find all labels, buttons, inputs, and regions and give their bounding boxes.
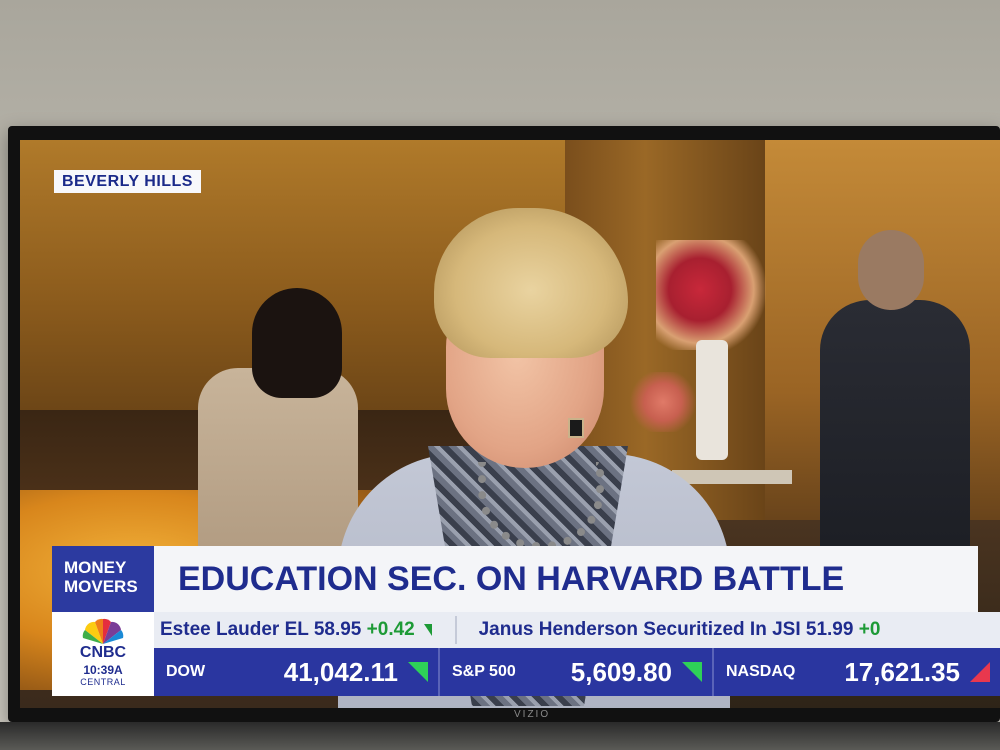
stock-ticker: Estee Lauder EL 58.95 +0.42 Janus Hender…	[154, 612, 1000, 648]
ticker-item: Janus Henderson Securitized In JSI 51.99…	[473, 612, 881, 648]
up-arrow-icon	[682, 662, 702, 682]
index-value: 5,609.80	[570, 656, 672, 687]
ticker-divider	[455, 615, 458, 644]
index-name: S&P 500	[452, 663, 516, 680]
peacock-icon	[82, 618, 124, 644]
up-arrow-icon	[408, 662, 428, 682]
flower-arrangement-small	[628, 372, 698, 432]
show-name-line1: MONEY	[64, 558, 127, 577]
side-table	[672, 470, 792, 484]
index-sp500: S&P 500 5,609.80	[440, 648, 714, 696]
index-value: 41,042.11	[283, 656, 398, 687]
background-person-left	[198, 368, 358, 568]
ticker-text: Janus Henderson Securitized In JSI 51.99	[478, 619, 854, 640]
network-name: CNBC	[79, 644, 127, 661]
tv-brand-label: VIZIO	[514, 709, 551, 720]
show-name-line2: MOVERS	[64, 577, 138, 596]
market-indices-bar: DOW 41,042.11 S&P 500 5,609.80 NASDAQ 17…	[154, 648, 1000, 696]
ticker-change: +0	[858, 619, 881, 640]
index-name: NASDAQ	[726, 663, 796, 680]
vase	[696, 340, 728, 460]
ticker-text: Estee Lauder EL 58.95	[160, 619, 362, 640]
flower-arrangement	[656, 240, 766, 350]
broadcast-timezone: CENTRAL	[80, 677, 126, 687]
ticker-change: +0.42	[366, 619, 415, 640]
earring	[568, 418, 584, 438]
headline-banner: EDUCATION SEC. ON HARVARD BATTLE	[154, 546, 978, 612]
index-dow: DOW 41,042.11	[154, 648, 440, 696]
ticker-item: Estee Lauder EL 58.95 +0.42	[154, 612, 436, 648]
tv-screen: BEVERLY HILLS MONEY MOVERS EDUCATION SEC…	[20, 140, 1000, 708]
down-arrow-icon	[970, 662, 990, 682]
show-name-block: MONEY MOVERS	[52, 546, 154, 612]
tv-stand-shelf	[0, 722, 1000, 750]
background-person-left-hair	[252, 288, 342, 398]
background-person-right	[820, 300, 970, 560]
broadcast-time: 10:39A	[83, 663, 123, 677]
index-value: 17,621.35	[844, 656, 960, 687]
background-person-right-head	[858, 230, 924, 310]
up-arrow-icon	[424, 623, 433, 636]
location-tag: BEVERLY HILLS	[54, 170, 201, 193]
index-name: DOW	[166, 663, 206, 680]
index-nasdaq: NASDAQ 17,621.35	[714, 648, 1000, 696]
network-logo-block: CNBC 10:39A CENTRAL	[52, 612, 154, 696]
